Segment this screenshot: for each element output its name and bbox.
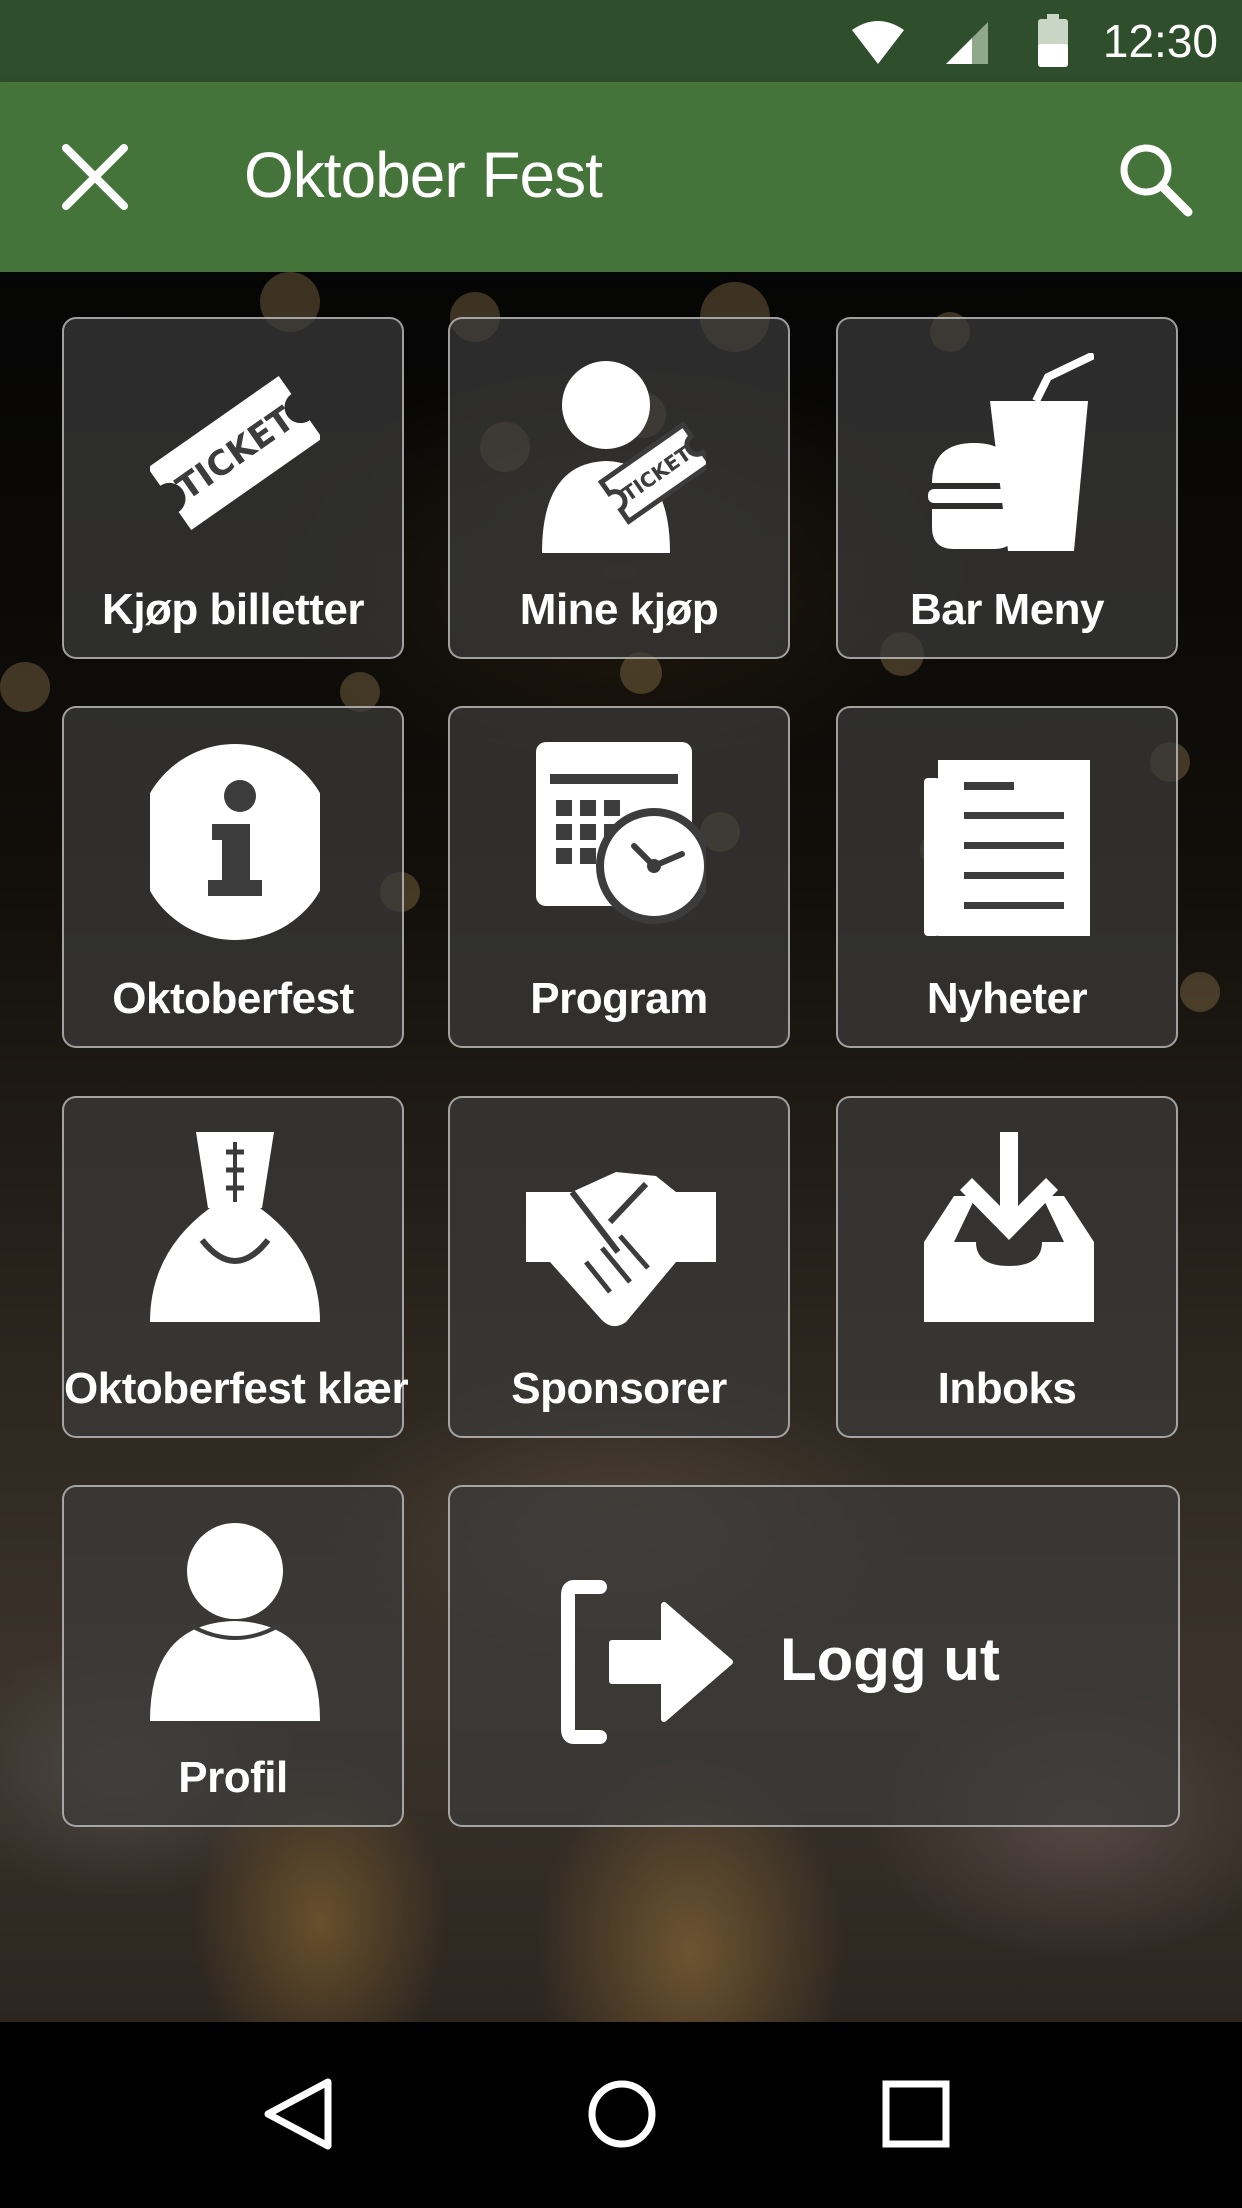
dirndl-icon: [150, 1132, 320, 1322]
navigation-bar: [0, 2022, 1242, 2208]
tile-nyheter[interactable]: Nyheter: [836, 706, 1178, 1048]
burger-drink-icon: [928, 353, 1094, 551]
tile-profil[interactable]: Profil: [62, 1485, 404, 1827]
search-icon[interactable]: [1114, 138, 1194, 218]
logout-label: Logg ut: [780, 1626, 1000, 1693]
info-icon: [150, 744, 320, 940]
logout-icon: [561, 1580, 733, 1744]
cell-signal-icon: [946, 22, 988, 64]
app-bar: Oktober Fest: [0, 82, 1242, 272]
back-icon[interactable]: [258, 2074, 338, 2154]
person-icon: [150, 1523, 320, 1721]
wifi-icon: [852, 21, 904, 64]
user-ticket-icon: TICKET: [542, 361, 706, 553]
tile-program[interactable]: Program: [448, 706, 790, 1048]
tile-label: Oktoberfest klær: [64, 1364, 409, 1413]
handshake-icon: [526, 1172, 716, 1327]
tile-label: Mine kjøp: [519, 585, 719, 634]
tile-label: Kjøp billetter: [102, 585, 364, 634]
tile-label: Sponsorer: [511, 1364, 727, 1413]
recents-icon[interactable]: [876, 2074, 956, 2154]
page-title: Oktober Fest: [244, 139, 603, 211]
tile-label: Nyheter: [926, 974, 1088, 1023]
status-time: 12:30: [1102, 15, 1218, 67]
newspaper-icon: [924, 760, 1090, 936]
tile-kjop-billetter[interactable]: TICKET Kjøp billetter: [62, 317, 404, 659]
tile-oktoberfest[interactable]: Oktoberfest: [62, 706, 404, 1048]
close-icon[interactable]: [60, 142, 130, 212]
battery-icon: [1038, 14, 1068, 67]
tile-label: Inboks: [937, 1364, 1077, 1413]
status-bar: 12:30: [0, 0, 1242, 82]
home-icon[interactable]: [582, 2074, 662, 2154]
inbox-download-icon: [924, 1132, 1094, 1322]
tile-label: Profil: [178, 1753, 288, 1802]
tile-logg-ut[interactable]: Logg ut: [448, 1485, 1180, 1827]
tile-sponsorer[interactable]: Sponsorer: [448, 1096, 790, 1438]
tile-label: Oktoberfest: [112, 974, 354, 1023]
tile-bar-meny[interactable]: Bar Meny: [836, 317, 1178, 659]
tile-label: Bar Meny: [909, 585, 1105, 634]
tile-oktoberfest-klaer[interactable]: Oktoberfest klær: [62, 1096, 409, 1438]
tile-mine-kjop[interactable]: TICKET Mine kjøp: [448, 317, 790, 659]
tile-inboks[interactable]: Inboks: [836, 1096, 1178, 1438]
tile-label: Program: [530, 974, 708, 1023]
ticket-icon: TICKET: [150, 375, 320, 531]
calendar-clock-icon: [536, 742, 706, 924]
